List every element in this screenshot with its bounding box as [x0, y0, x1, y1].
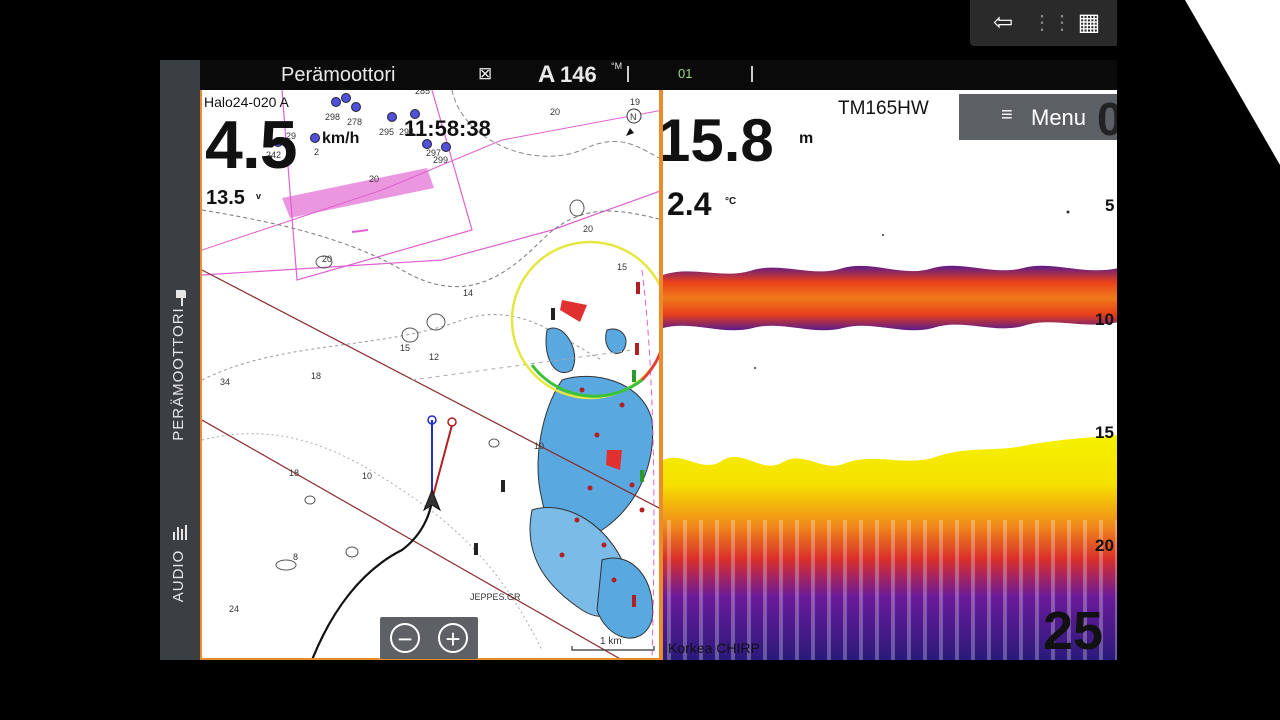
scale-label: 1 km [600, 636, 622, 647]
sounding: 20 [583, 224, 594, 234]
voltage-value: 13.5 [206, 187, 245, 209]
sonar-panel[interactable]: TM165HW ≡ Menu 0 15.8 m 2.4 °C 5 10 15 2… [661, 90, 1117, 660]
sounding: 10 [362, 471, 373, 481]
depth-value: 15.8 [661, 107, 774, 174]
top-controls: ⇦ ⋮⋮ ▦ [970, 0, 1117, 46]
sonar-echogram[interactable] [663, 90, 1117, 660]
sounding: 298 [325, 112, 341, 122]
sounding: 15 [617, 262, 628, 272]
sounding: 295 [379, 127, 395, 137]
corner-digit: 0 [1097, 92, 1117, 146]
sounding: 18 [311, 371, 322, 381]
sounding: 24 [229, 604, 240, 614]
heading-unit: °M [611, 61, 623, 71]
depth-scale-5: 5 [1105, 196, 1115, 215]
depth-scale-15: 15 [1095, 423, 1114, 442]
zoom-out-button[interactable]: − [390, 623, 420, 653]
speed-unit: km/h [322, 130, 360, 147]
sounding: 299 [433, 155, 449, 165]
heading-scale-center: 01 [678, 66, 693, 81]
sounding: 20 [369, 174, 380, 184]
depth-scale-10: 10 [1095, 310, 1114, 329]
place-label: JEPPES.GR [470, 592, 521, 602]
chart-panel[interactable]: N 20 20 20 18 14 15 12 10 34 18 10 8 24 … [200, 90, 661, 660]
calculator-icon[interactable]: ▦ [1074, 8, 1104, 38]
sidebar-item-audio[interactable]: AUDIO [170, 496, 190, 656]
sounding: 20 [550, 107, 561, 117]
zoom-controls: − + [380, 617, 478, 659]
sounding: 15 [400, 343, 411, 353]
menu-button[interactable]: ≡ Menu 0 [959, 93, 1117, 145]
source-name[interactable]: Perämoottori [281, 64, 396, 87]
sounding: 278 [347, 117, 363, 127]
depth-unit: m [799, 130, 814, 147]
sounding: 14 [463, 288, 474, 298]
sounding: 8 [293, 552, 299, 562]
zoom-in-button[interactable]: + [438, 623, 468, 653]
close-icon[interactable]: ⊠ [478, 64, 492, 84]
sounding: 19 [630, 97, 641, 107]
time-value: 11:58:38 [404, 116, 491, 141]
heading-mode: A [538, 61, 556, 88]
voltage-unit: v [256, 191, 262, 201]
temp-value: 2.4 [667, 186, 712, 222]
heading-scale: 01 [627, 66, 753, 82]
sounding: 12 [429, 352, 440, 362]
sidebar-item-peramoottori[interactable]: PERÄMOOTTORI [170, 294, 190, 454]
sounding: 34 [220, 377, 231, 387]
range-value: 25 [1043, 601, 1104, 660]
sidebar: PERÄMOOTTORI AUDIO [160, 60, 200, 660]
corner-decoration [1185, 0, 1280, 165]
sounding: 10 [534, 441, 545, 451]
sounding: 285 [415, 90, 431, 96]
sounding: 20 [322, 254, 333, 264]
frequency-label: Korkea CHIRP [668, 640, 760, 656]
back-exit-icon[interactable]: ⇦ [988, 8, 1018, 38]
speed-value: 4.5 [205, 107, 298, 183]
sounding: 18 [289, 468, 300, 478]
sounding: 2 [314, 147, 320, 157]
temp-unit: °C [725, 196, 737, 207]
heading-value: 146 [560, 62, 597, 87]
transducer-name: TM165HW [838, 98, 929, 119]
drag-handle-icon[interactable]: ⋮⋮ [1032, 8, 1072, 38]
menu-label: Menu [1031, 105, 1087, 130]
depth-scale-20: 20 [1095, 536, 1114, 555]
hamburger-icon: ≡ [1001, 104, 1013, 126]
status-bar: Perämoottori ⊠ A 146 °M 01 [200, 60, 1117, 90]
